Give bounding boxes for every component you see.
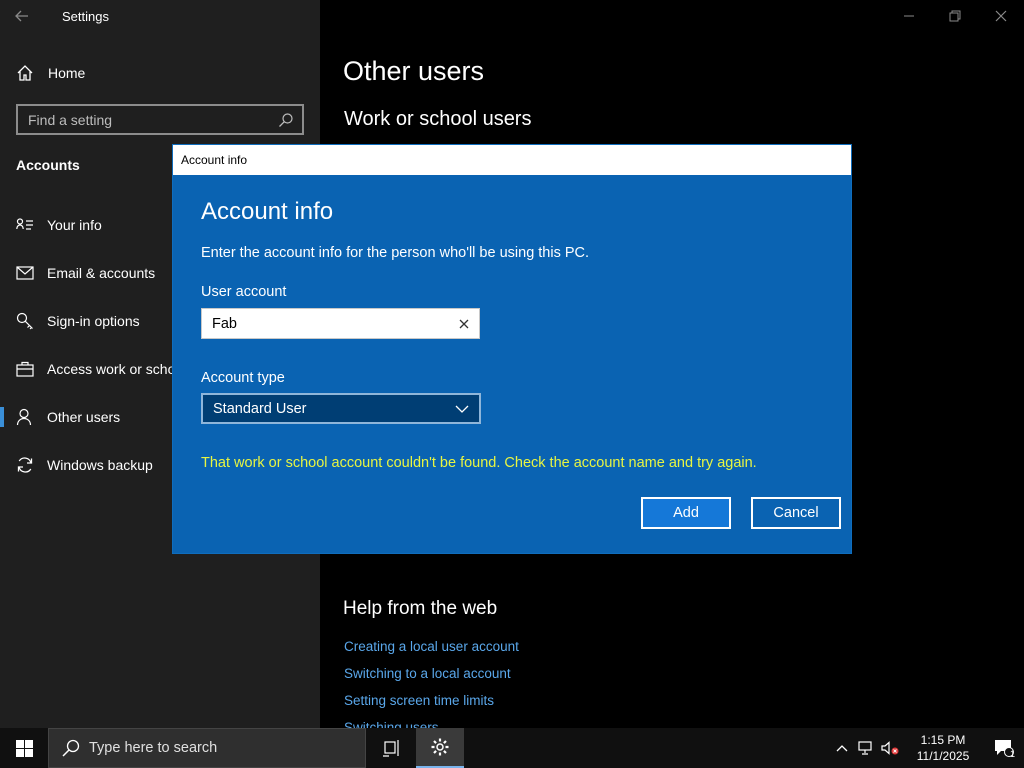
dialog-description: Enter the account info for the person wh… bbox=[201, 245, 590, 261]
account-info-dialog: Account info Account info Enter the acco… bbox=[172, 144, 852, 554]
chevron-up-icon[interactable] bbox=[830, 728, 854, 768]
find-setting-input[interactable] bbox=[28, 111, 278, 128]
sync-icon bbox=[16, 456, 34, 474]
minimize-icon[interactable] bbox=[886, 0, 932, 32]
sidebar-item-label: Sign-in options bbox=[47, 313, 140, 329]
help-link-local-account[interactable]: Creating a local user account bbox=[344, 639, 519, 654]
find-setting-search[interactable] bbox=[16, 104, 304, 135]
user-account-field[interactable] bbox=[201, 308, 480, 339]
person-card-icon bbox=[16, 216, 34, 234]
account-type-select[interactable]: Standard User bbox=[201, 393, 481, 424]
sidebar-item-label: Email & accounts bbox=[47, 265, 156, 281]
error-message: That work or school account couldn't be … bbox=[201, 455, 757, 471]
clock-date: 11/1/2025 bbox=[916, 749, 970, 763]
taskbar: Type here to search 1:15 PM 11/1/2025 1 bbox=[0, 728, 1024, 768]
dialog-titlebar: Account info bbox=[173, 145, 851, 175]
app-title: Settings bbox=[62, 9, 109, 24]
home-nav-item[interactable]: Home bbox=[16, 62, 85, 84]
cancel-button[interactable]: Cancel bbox=[751, 497, 841, 529]
start-button[interactable] bbox=[0, 728, 48, 768]
volume-muted-icon[interactable] bbox=[878, 728, 902, 768]
clock[interactable]: 1:15 PM 11/1/2025 bbox=[908, 732, 978, 764]
mail-icon bbox=[16, 264, 34, 282]
task-view-button[interactable] bbox=[368, 728, 416, 768]
sidebar-item-label: Other users bbox=[47, 409, 121, 425]
clear-icon[interactable] bbox=[457, 317, 471, 331]
users-icon bbox=[16, 408, 34, 426]
taskbar-search[interactable]: Type here to search bbox=[48, 728, 366, 768]
chevron-down-icon bbox=[455, 400, 469, 418]
sidebar-item-label: Access work or scho bbox=[47, 361, 176, 377]
account-type-label: Account type bbox=[201, 370, 285, 386]
section-label-accounts: Accounts bbox=[16, 157, 80, 173]
dialog-heading: Account info bbox=[201, 198, 334, 225]
search-icon[interactable] bbox=[278, 112, 294, 128]
restore-icon[interactable] bbox=[932, 0, 978, 32]
help-section-title: Help from the web bbox=[343, 598, 498, 619]
network-icon[interactable] bbox=[854, 728, 878, 768]
window-controls bbox=[886, 0, 1024, 32]
page-title: Other users bbox=[343, 56, 485, 86]
settings-taskbar-button[interactable] bbox=[416, 728, 464, 768]
close-icon[interactable] bbox=[978, 0, 1024, 32]
notification-count: 1 bbox=[1009, 749, 1015, 759]
taskbar-search-placeholder: Type here to search bbox=[89, 740, 218, 756]
search-icon bbox=[61, 738, 81, 758]
sidebar-item-label: Your info bbox=[47, 217, 102, 233]
user-account-input[interactable] bbox=[212, 315, 457, 332]
home-icon bbox=[16, 64, 34, 82]
add-button[interactable]: Add bbox=[641, 497, 731, 529]
user-account-label: User account bbox=[201, 284, 287, 300]
notification-center-button[interactable]: 1 bbox=[984, 728, 1024, 768]
help-link-screen-time[interactable]: Setting screen time limits bbox=[344, 693, 494, 708]
help-link-switch-local[interactable]: Switching to a local account bbox=[344, 666, 511, 681]
task-view-icon bbox=[383, 740, 399, 757]
briefcase-icon bbox=[16, 360, 34, 378]
gear-icon bbox=[431, 738, 449, 756]
system-tray: 1:15 PM 11/1/2025 1 bbox=[830, 728, 1024, 768]
account-type-value: Standard User bbox=[213, 400, 307, 417]
home-label: Home bbox=[48, 65, 86, 81]
windows-logo-icon bbox=[15, 739, 33, 757]
back-arrow-icon[interactable] bbox=[14, 8, 34, 26]
sidebar-item-label: Windows backup bbox=[47, 457, 153, 473]
section-heading-work-school: Work or school users bbox=[344, 108, 532, 130]
key-icon bbox=[16, 312, 34, 330]
help-link-switching-users[interactable]: Switching users bbox=[344, 720, 439, 728]
clock-time: 1:15 PM bbox=[920, 733, 966, 747]
